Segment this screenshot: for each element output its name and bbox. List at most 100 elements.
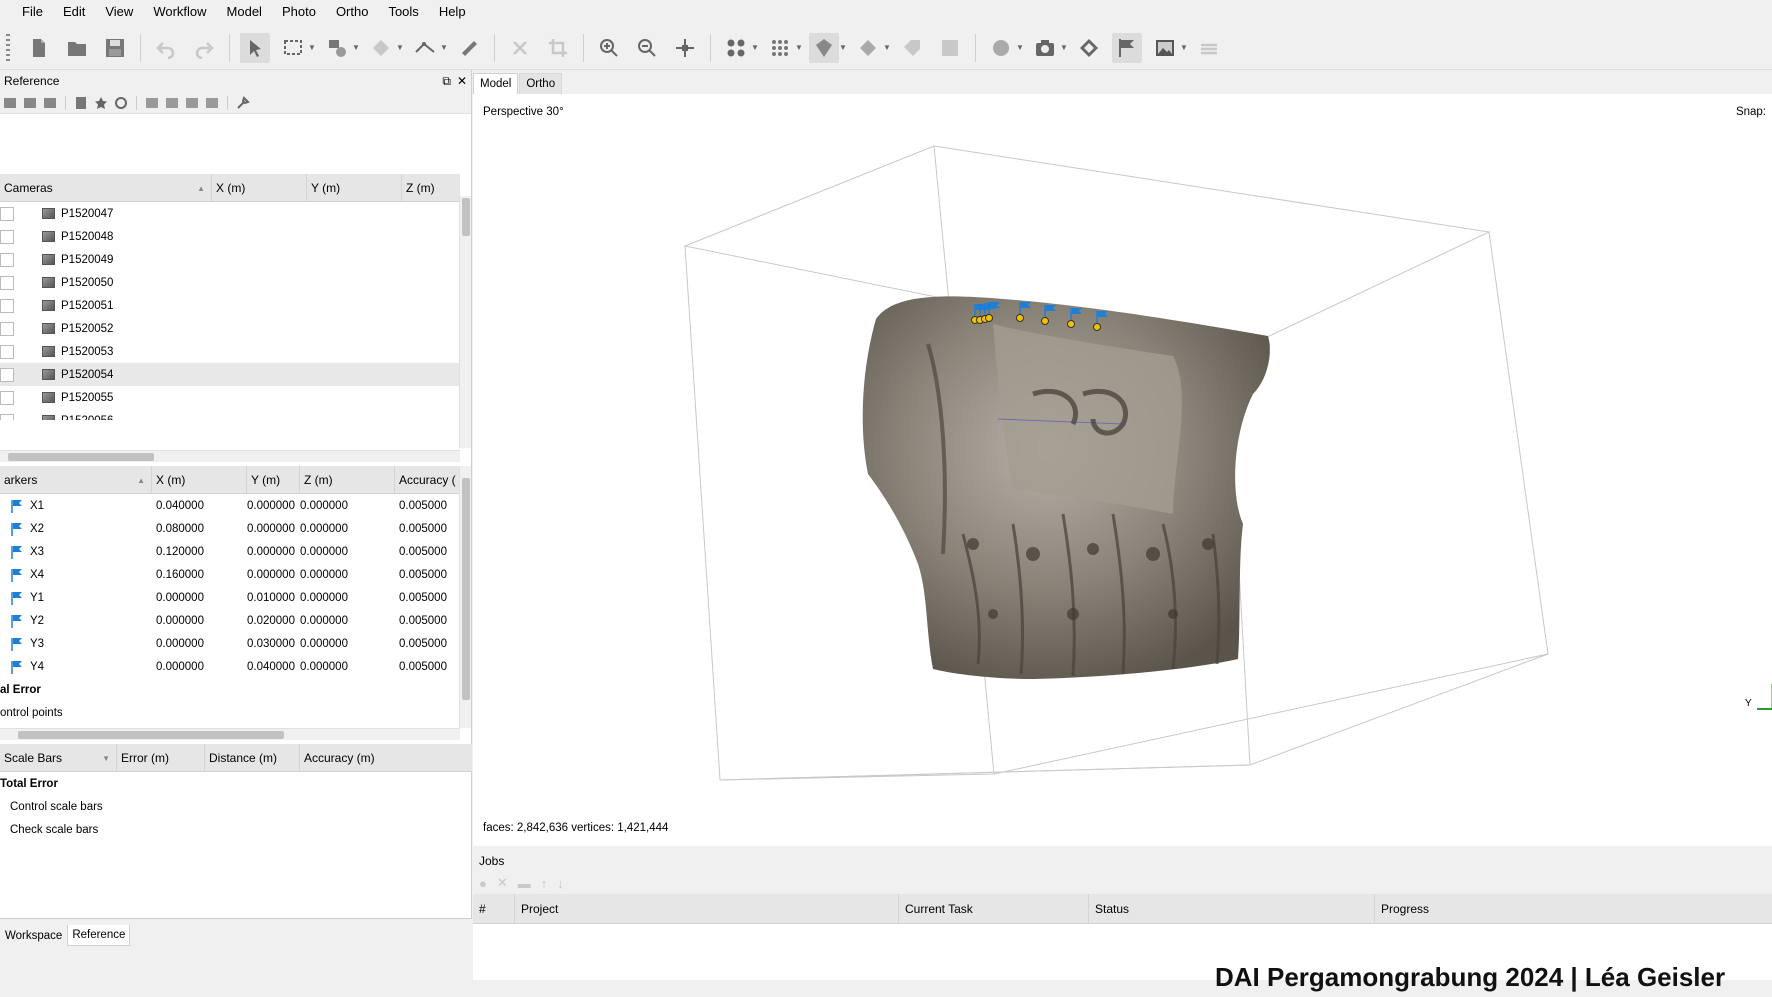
column-header[interactable]: X (m)	[152, 466, 247, 493]
tiled-model-button[interactable]	[853, 33, 883, 63]
save-button[interactable]	[100, 33, 130, 63]
column-header[interactable]: #	[473, 894, 515, 923]
menu-ortho[interactable]: Ortho	[326, 0, 379, 24]
column-header[interactable]: Accuracy (m)	[300, 744, 472, 771]
show-region-button[interactable]	[1074, 33, 1104, 63]
chevron-down-icon[interactable]: ▼	[883, 43, 891, 52]
menu-photo[interactable]: Photo	[272, 0, 326, 24]
model-scene[interactable]: Y	[473, 94, 1772, 846]
column-header[interactable]: Error (m)	[117, 744, 205, 771]
view-variance-icon[interactable]	[204, 95, 220, 111]
camera-checkbox[interactable]	[0, 229, 14, 244]
table-row[interactable]: P1520053	[0, 340, 460, 363]
chevron-down-icon[interactable]: ▼	[440, 43, 448, 52]
open-button[interactable]	[62, 33, 92, 63]
calculator-icon[interactable]	[73, 95, 89, 111]
record-icon[interactable]: ●	[479, 876, 487, 891]
column-header[interactable]: Z (m)	[402, 174, 460, 201]
menu-workflow[interactable]: Workflow	[143, 0, 216, 24]
dem-button[interactable]	[897, 33, 927, 63]
table-row[interactable]: P1520052	[0, 317, 460, 340]
undo-button[interactable]	[151, 33, 181, 63]
layers-button[interactable]	[1194, 33, 1224, 63]
zoom-out-button[interactable]	[632, 33, 662, 63]
column-header[interactable]: Y (m)	[247, 466, 300, 493]
capital-3d-model[interactable]	[862, 296, 1270, 679]
table-row[interactable]: P1520051	[0, 294, 460, 317]
column-header[interactable]: Distance (m)	[205, 744, 300, 771]
table-row[interactable]: P1520048	[0, 225, 460, 248]
column-header[interactable]: Project	[515, 894, 899, 923]
menu-view[interactable]: View	[95, 0, 143, 24]
markers-vertical-scrollbar[interactable]	[459, 466, 471, 728]
camera-checkbox[interactable]	[0, 367, 14, 382]
table-row[interactable]: Y2 0.000000 0.020000 0.000000 0.005000	[0, 609, 460, 632]
view-errors-icon[interactable]	[184, 95, 200, 111]
model-viewport[interactable]: Perspective 30° Snap: Y faces: 2,842,636…	[473, 94, 1772, 846]
show-images-button[interactable]	[1150, 33, 1180, 63]
close-icon[interactable]: ✕	[457, 74, 467, 89]
chevron-down-icon[interactable]: ▼	[1060, 43, 1068, 52]
table-row[interactable]: P1520056	[0, 409, 460, 420]
chevron-down-icon[interactable]: ▼	[1180, 43, 1188, 52]
rotate-object-button[interactable]	[366, 33, 396, 63]
camera-checkbox[interactable]	[0, 275, 14, 290]
camera-checkbox[interactable]	[0, 344, 14, 359]
dense-cloud-button[interactable]	[765, 33, 795, 63]
scalebar-total-error-row[interactable]: Total Error	[0, 772, 472, 795]
camera-checkbox[interactable]	[0, 390, 14, 405]
shapes-button[interactable]	[986, 33, 1016, 63]
table-row[interactable]: X1 0.040000 0.000000 0.000000 0.005000	[0, 494, 460, 517]
rectangle-selection-button[interactable]	[278, 33, 308, 63]
float-panel-icon[interactable]: ⧉	[442, 74, 451, 89]
column-header[interactable]: Scale Bars ▼	[0, 744, 117, 771]
delete-selection-button[interactable]	[505, 33, 535, 63]
column-header[interactable]: Cameras ▲	[0, 174, 212, 201]
column-header[interactable]: Y (m)	[307, 174, 402, 201]
draw-polyline-button[interactable]	[410, 33, 440, 63]
cameras-vertical-scrollbar[interactable]	[459, 196, 471, 448]
ruler-button[interactable]	[454, 33, 484, 63]
scrollbar-thumb[interactable]	[8, 453, 154, 461]
table-row[interactable]: P1520049	[0, 248, 460, 271]
tab-reference[interactable]: Reference	[67, 925, 131, 946]
column-header[interactable]: arkers ▲	[0, 466, 152, 493]
table-row[interactable]: X3 0.120000 0.000000 0.000000 0.005000	[0, 540, 460, 563]
arrow-up-icon[interactable]: ↑	[541, 876, 548, 891]
settings-icon[interactable]	[235, 95, 251, 111]
close-icon[interactable]: ✕	[497, 875, 508, 891]
view-estimated-icon[interactable]	[164, 95, 180, 111]
zoom-in-button[interactable]	[594, 33, 624, 63]
show-cameras-button[interactable]	[721, 33, 751, 63]
control-scale-bars-row[interactable]: Control scale bars	[0, 795, 472, 818]
camera-checkbox[interactable]	[0, 298, 14, 313]
column-header[interactable]: Status	[1089, 894, 1375, 923]
import-icon[interactable]	[2, 95, 18, 111]
tab-model[interactable]: Model	[473, 73, 519, 94]
camera-checkbox[interactable]	[0, 413, 14, 420]
chevron-down-icon[interactable]: ▼	[751, 43, 759, 52]
menu-file[interactable]: File	[12, 0, 53, 24]
table-row[interactable]: P1520047	[0, 202, 460, 225]
arrow-down-icon[interactable]: ↓	[557, 876, 564, 891]
chevron-down-icon[interactable]: ▼	[839, 43, 847, 52]
column-header[interactable]: Z (m)	[300, 466, 395, 493]
table-row[interactable]: P1520050	[0, 271, 460, 294]
model-view-button[interactable]	[809, 32, 839, 63]
camera-checkbox[interactable]	[0, 206, 14, 221]
star-icon[interactable]	[93, 95, 109, 111]
menu-edit[interactable]: Edit	[53, 0, 95, 24]
scrollbar-thumb[interactable]	[462, 198, 470, 236]
resize-region-button[interactable]	[322, 33, 352, 63]
reset-view-button[interactable]	[670, 33, 700, 63]
menu-tools[interactable]: Tools	[378, 0, 428, 24]
table-row[interactable]: Y4 0.000000 0.040000 0.000000 0.005000	[0, 655, 460, 678]
column-header[interactable]: Progress	[1375, 894, 1772, 923]
marker-total-error-row[interactable]: al Error	[0, 678, 460, 701]
new-document-button[interactable]	[24, 33, 54, 63]
table-row[interactable]: Y3 0.000000 0.030000 0.000000 0.005000	[0, 632, 460, 655]
trash-icon[interactable]: ▬	[518, 876, 531, 891]
cameras-horizontal-scrollbar[interactable]	[0, 450, 460, 462]
toolbar-grip[interactable]	[6, 33, 10, 62]
export-icon[interactable]	[22, 95, 38, 111]
